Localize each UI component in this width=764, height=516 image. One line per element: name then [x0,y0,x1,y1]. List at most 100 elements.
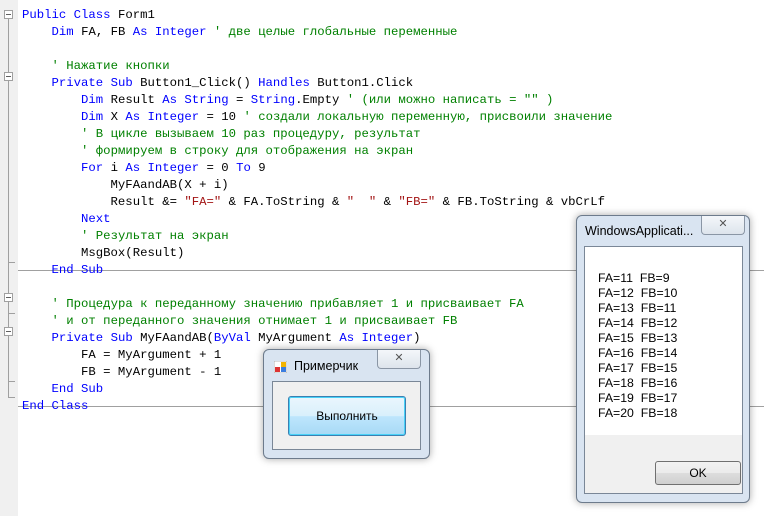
close-icon: ✕ [394,352,404,364]
code-line[interactable]: Result &= "FA=" & FA.ToString & " " & "F… [22,194,612,211]
code-text: Button1.Click [317,76,414,90]
msgbox-client-area: FA=11 FB=9 FA=12 FB=10 FA=13 FB=11 FA=14 FB… [584,246,743,494]
result-line: FA=20 FB=18 [598,406,678,420]
comment: ' создали локальную переменную, присвоил… [243,110,613,124]
window-title: Примерчик [294,359,359,373]
collapse-sub-icon[interactable] [4,72,13,81]
code-line[interactable]: MyFAandAB(X + i) [22,177,612,194]
collapse-sub-icon[interactable] [4,327,13,336]
code-text: FB = MyArgument - 1 [22,365,222,379]
code-line[interactable] [22,41,612,58]
result-line: FA=18 FB=16 [598,376,678,390]
code-text: 9 [258,161,266,175]
keyword: End Sub [51,263,104,277]
code-text: MyFAandAB( [140,331,214,345]
keyword: As Integer [125,110,207,124]
form-client-area: Выполнить [272,381,421,450]
result-line: FA=13 FB=11 [598,301,677,315]
collapse-class-icon[interactable] [4,10,13,19]
code-line[interactable]: ' В цикле вызываем 10 раз процедуру, рез… [22,126,612,143]
comment: ' две целые глобальные переменные [213,25,458,39]
code-text: MyFAandAB(X + i) [22,178,229,192]
comment: ' (или можно написать = "" ) [346,93,554,107]
code-line[interactable]: ' Результат на экран [22,228,612,245]
result-line: FA=15 FB=13 [598,331,678,345]
keyword: As String [162,93,237,107]
close-button[interactable]: ✕ [377,350,421,369]
code-line[interactable]: MsgBox(Result) [22,245,612,262]
keyword: As Integer [125,161,207,175]
outline-end [8,381,15,382]
code-line[interactable]: ' Процедура к переданному значению приба… [22,296,612,313]
result-line: FA=17 FB=15 [598,361,678,375]
keyword: String [250,93,296,107]
result-line: FA=12 FB=10 [598,286,678,300]
run-button[interactable]: Выполнить [288,396,406,436]
outline-end [8,262,15,263]
message-box: WindowsApplicati... ✕ FA=11 FB=9 FA=12 FB… [576,215,750,503]
close-icon: ✕ [718,218,728,230]
form-window: Примерчик ✕ Выполнить [263,349,430,459]
keyword: To [236,161,259,175]
code-text: Result [110,93,163,107]
code-text: .Empty [295,93,347,107]
comment: ' формируем в строку для отображения на … [81,144,414,158]
string-literal: "FA=" [184,195,222,209]
keyword: Dim [81,110,111,124]
msgbox-close-button[interactable]: ✕ [701,216,745,235]
ok-button-label: OK [689,466,707,480]
code-line[interactable]: Private Sub MyFAandAB(ByVal MyArgument A… [22,330,612,347]
keyword: Private Sub [51,76,141,90]
code-text: = 0 [206,161,237,175]
code-text: = 10 [206,110,244,124]
code-line[interactable]: Dim FA, FB As Integer ' две целые глобал… [22,24,612,41]
comment: ' Результат на экран [81,229,229,243]
keyword: Handles [258,76,318,90]
keyword: Dim [81,93,111,107]
code-line[interactable]: Dim X As Integer = 10 ' создали локальну… [22,109,612,126]
result-line: FA=11 FB=9 [598,271,670,285]
run-button-label: Выполнить [316,409,378,423]
code-line[interactable]: ' формируем в строку для отображения на … [22,143,612,160]
keyword: Private Sub [51,331,141,345]
code-text: & [376,195,399,209]
string-literal: " " [346,195,377,209]
code-line[interactable]: Next [22,211,612,228]
keyword: End Class [22,399,89,413]
result-line: FA=14 FB=12 [598,316,678,330]
code-text: FA = MyArgument + 1 [22,348,222,362]
outline-end [8,313,15,314]
code-line[interactable] [22,279,612,296]
code-line[interactable]: Private Sub Button1_Click() Handles Butt… [22,75,612,92]
code-line[interactable]: ' Нажатие кнопки [22,58,612,75]
code-line[interactable]: Public Class Form1 [22,7,612,24]
code-text: i [110,161,126,175]
ok-button[interactable]: OK [655,461,741,485]
msgbox-title: WindowsApplicati... [585,224,694,238]
comment: ' и от переданного значения отнимает 1 и… [51,314,458,328]
string-literal: "FB=" [398,195,436,209]
keyword: Dim [51,25,82,39]
code-text: Button1_Click() [140,76,259,90]
code-text: & FA.ToString & [221,195,347,209]
app-icon [274,361,287,373]
code-line[interactable]: Dim Result As String = String.Empty ' (и… [22,92,612,109]
code-line[interactable]: ' и от переданного значения отнимает 1 и… [22,313,612,330]
code-line[interactable]: End Sub [22,262,612,279]
keyword: ByVal [213,331,259,345]
keyword: End Sub [51,382,104,396]
collapse-comment-icon[interactable] [4,293,13,302]
code-line[interactable]: For i As Integer = 0 To 9 [22,160,612,177]
